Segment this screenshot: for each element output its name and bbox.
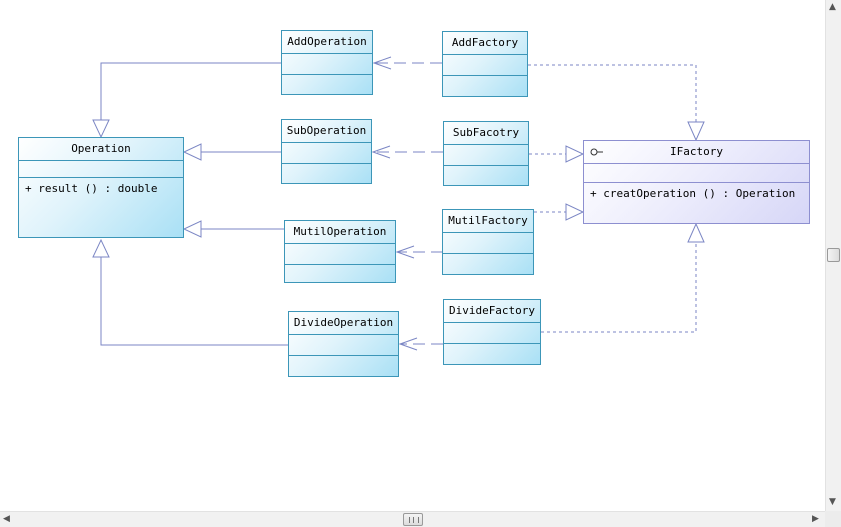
operations-compartment (282, 75, 372, 95)
class-operation[interactable]: Operation + result () : double (18, 137, 184, 238)
operations-compartment (282, 164, 371, 184)
attributes-compartment (289, 335, 398, 356)
generalization-arrowhead (182, 220, 202, 238)
attributes-compartment (443, 233, 533, 254)
scrollbar-corner (825, 511, 841, 527)
diagram-canvas: Operation + result () : double AddOperat… (0, 0, 825, 511)
interface-ifactory[interactable]: IFactory + creatOperation () : Operation (583, 140, 810, 224)
interface-lollipop-icon (590, 148, 603, 156)
class-name: DivideOperation (289, 312, 398, 335)
class-divide-factory[interactable]: DivideFactory (443, 299, 541, 365)
interface-name-row: IFactory (584, 141, 809, 164)
realization-arrowhead (687, 222, 705, 243)
class-name: AddFactory (443, 32, 527, 55)
realization-arrowhead (565, 145, 585, 163)
class-name: IFactory (670, 145, 723, 158)
operation-creat-operation: + creatOperation () : Operation (590, 187, 796, 200)
scroll-down-icon[interactable]: ▼ (829, 498, 836, 507)
horizontal-scroll-thumb[interactable] (403, 513, 423, 526)
attributes-compartment (285, 244, 395, 265)
class-name: SubFacotry (444, 122, 528, 145)
vertical-scrollbar[interactable]: ▲ ▼ (825, 0, 841, 511)
attributes-compartment (282, 54, 372, 75)
operations-compartment (443, 76, 527, 96)
class-sub-operation[interactable]: SubOperation (281, 119, 372, 184)
class-mutil-factory[interactable]: MutilFactory (442, 209, 534, 275)
attributes-compartment (19, 161, 183, 178)
realization-addfactory-to-ifactory (528, 64, 697, 122)
attributes-compartment (444, 145, 528, 166)
operations-compartment (289, 356, 398, 376)
class-mutil-operation[interactable]: MutilOperation (284, 220, 396, 283)
class-name: DivideFactory (444, 300, 540, 323)
operations-compartment (444, 166, 528, 186)
generalization-arrowhead (182, 143, 202, 161)
class-name: MutilOperation (285, 221, 395, 244)
attributes-compartment (444, 323, 540, 344)
class-name: MutilFactory (443, 210, 533, 233)
class-name: Operation (19, 138, 183, 161)
operations-compartment (285, 265, 395, 285)
class-sub-factory[interactable]: SubFacotry (443, 121, 529, 186)
class-add-operation[interactable]: AddOperation (281, 30, 373, 95)
operations-compartment (444, 344, 540, 364)
scroll-left-icon[interactable]: ◀ (3, 515, 10, 524)
generalization-add-to-operation (100, 62, 282, 120)
class-name: AddOperation (282, 31, 372, 54)
realization-dividefactory-to-ifactory (541, 242, 697, 333)
attributes-compartment (584, 164, 809, 183)
class-divide-operation[interactable]: DivideOperation (288, 311, 399, 377)
generalization-arrowhead (92, 119, 110, 139)
attributes-compartment (443, 55, 527, 76)
attributes-compartment (282, 143, 371, 164)
scroll-up-icon[interactable]: ▲ (829, 3, 836, 12)
generalization-arrowhead (92, 238, 110, 258)
scroll-right-icon[interactable]: ▶ (812, 515, 819, 524)
vertical-scroll-thumb[interactable] (827, 248, 840, 262)
realization-arrowhead (687, 121, 705, 142)
connector-layer (92, 56, 705, 351)
class-name: SubOperation (282, 120, 371, 143)
grip-icon (409, 517, 419, 523)
operations-compartment (443, 254, 533, 274)
generalization-divide-to-operation (100, 257, 289, 346)
horizontal-scrollbar[interactable]: ◀ ▶ (0, 511, 825, 527)
class-add-factory[interactable]: AddFactory (442, 31, 528, 97)
realization-arrowhead (565, 203, 585, 221)
operation-result: + result () : double (25, 182, 158, 195)
